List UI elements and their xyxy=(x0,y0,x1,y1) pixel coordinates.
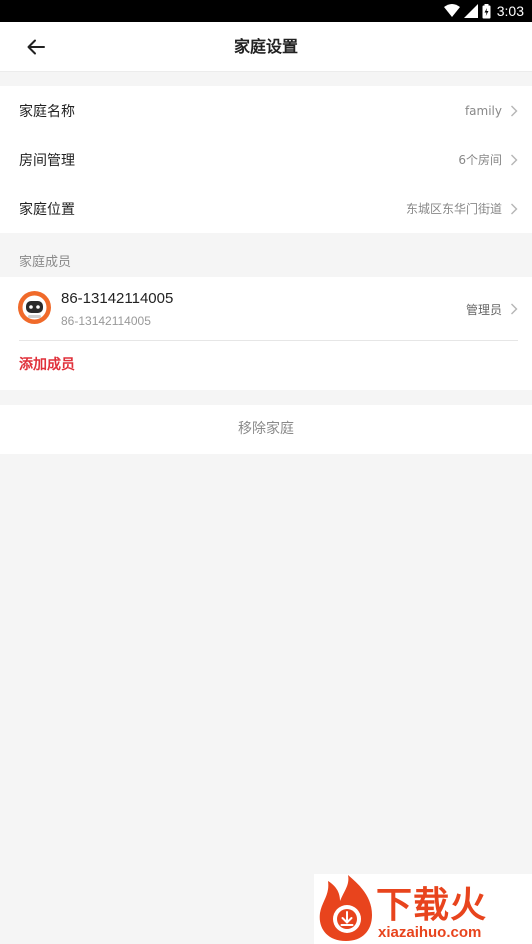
battery-icon xyxy=(482,3,491,18)
family-location-label: 家庭位置 xyxy=(19,201,75,218)
status-time: 3:03 xyxy=(496,3,524,19)
watermark-text: 下载火 xyxy=(376,885,488,926)
robot-avatar-icon xyxy=(18,291,51,324)
add-member-button[interactable]: 添加成员 xyxy=(0,341,532,390)
family-name-row[interactable]: 家庭名称 family xyxy=(0,86,532,135)
family-name-label: 家庭名称 xyxy=(19,103,75,120)
flame-logo-icon xyxy=(319,875,372,941)
status-icons: 3:03 xyxy=(443,2,524,20)
chevron-right-icon xyxy=(511,154,518,165)
watermark-url: xiazaihuo.com xyxy=(378,924,482,941)
settings-card: 家庭名称 family 房间管理 6个房间 家庭位置 东城区东华门街道 xyxy=(0,86,532,233)
room-count-value: 6个房间 xyxy=(458,153,502,167)
chevron-right-icon xyxy=(511,303,518,315)
remove-family-button[interactable]: 移除家庭 xyxy=(0,405,532,454)
family-name-value: family xyxy=(464,103,502,118)
room-management-row[interactable]: 房间管理 6个房间 xyxy=(0,135,532,184)
family-location-value: 东城区东华门街道 xyxy=(405,202,502,216)
members-section-title: 家庭成员 xyxy=(19,255,72,270)
watermark-logo: 下载火 xiazaihuo.com xyxy=(314,874,532,944)
page-title: 家庭设置 xyxy=(233,37,298,56)
status-bar: 3:03 xyxy=(0,0,532,22)
member-role: 管理员 xyxy=(465,303,502,317)
app-header: 家庭设置 xyxy=(0,22,532,72)
member-row[interactable]: 86-13142114005 86-13142114005 管理员 xyxy=(0,277,532,340)
signal-icon xyxy=(463,4,478,18)
chevron-right-icon xyxy=(511,105,518,116)
members-card: 86-13142114005 86-13142114005 管理员 添加成员 xyxy=(0,277,532,390)
member-name: 86-13142114005 xyxy=(61,290,174,307)
family-location-row[interactable]: 家庭位置 东城区东华门街道 xyxy=(0,184,532,233)
member-account: 86-13142114005 xyxy=(61,314,151,328)
wifi-icon xyxy=(443,4,460,17)
chevron-right-icon xyxy=(511,203,518,214)
room-management-label: 房间管理 xyxy=(19,152,75,169)
